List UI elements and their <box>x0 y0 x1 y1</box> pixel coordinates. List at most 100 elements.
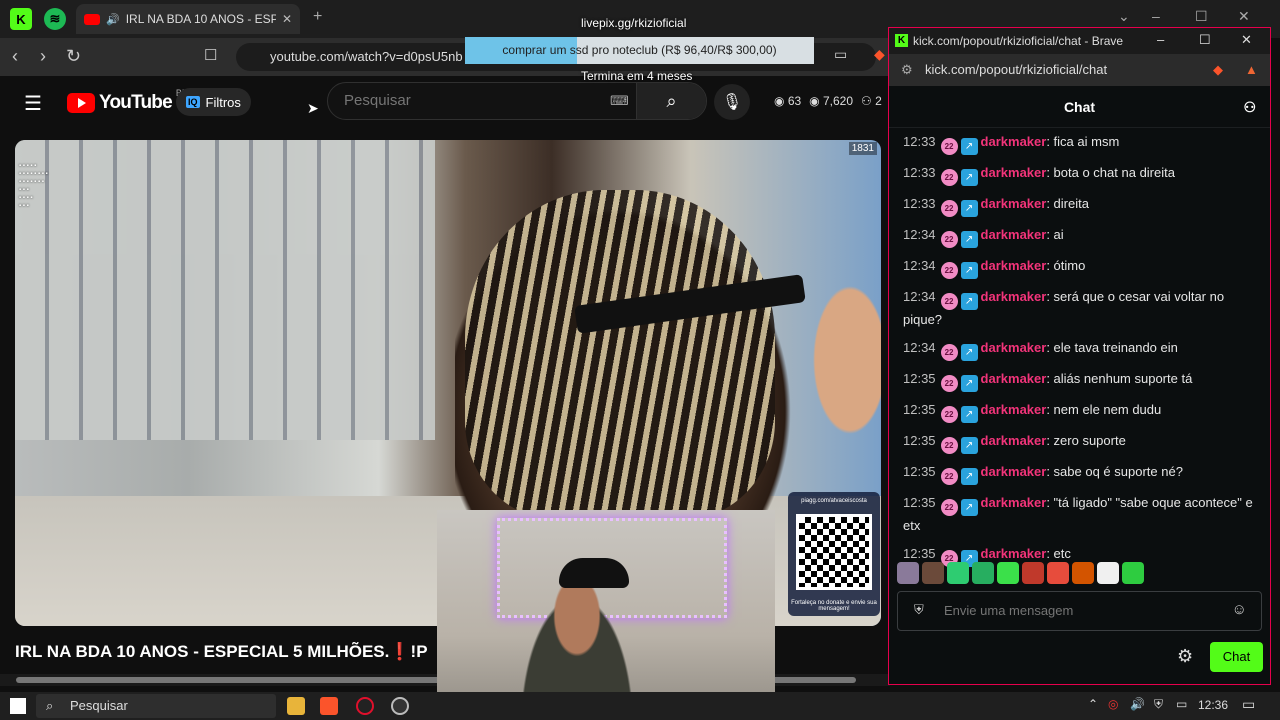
back-icon[interactable]: ‹ <box>12 46 18 67</box>
notifications-icon[interactable]: ▭ <box>1242 696 1255 713</box>
message-username[interactable]: darkmaker <box>981 402 1047 417</box>
message-time: 12:35 <box>903 546 936 561</box>
shield-icon: ⛨ <box>914 602 924 617</box>
message-time: 12:35 <box>903 495 936 510</box>
emote-icon[interactable] <box>1097 562 1119 584</box>
goal-text: comprar um ssd pro noteclub (R$ 96,40/R$… <box>502 43 777 57</box>
emote-icon[interactable] <box>1047 562 1069 584</box>
emote-icon[interactable] <box>947 562 969 584</box>
message-username[interactable]: darkmaker <box>981 495 1047 510</box>
tab-close-icon[interactable]: ✕ <box>282 12 292 26</box>
message-text: : ele tava treinando ein <box>1046 340 1178 355</box>
message-username[interactable]: darkmaker <box>981 227 1047 242</box>
goal-progress-bar: comprar um ssd pro noteclub (R$ 96,40/R$… <box>465 37 814 64</box>
site-info-icon[interactable]: ⚙ <box>901 54 913 86</box>
forward-icon[interactable]: › <box>40 46 46 67</box>
message-username[interactable]: darkmaker <box>981 134 1047 149</box>
message-username[interactable]: darkmaker <box>981 258 1047 273</box>
chat-close-button[interactable]: ✕ <box>1241 32 1252 48</box>
emote-icon[interactable] <box>922 562 944 584</box>
emote-icon[interactable] <box>897 562 919 584</box>
hamburger-menu-icon[interactable]: ☰ <box>24 91 42 116</box>
reload-icon[interactable]: ↻ <box>66 46 81 67</box>
youtube-search-box[interactable]: ⌨ ⌕ <box>327 82 707 120</box>
chat-message: 12:33 22 ↗ darkmaker: direita <box>889 190 1270 221</box>
message-time: 12:33 <box>903 165 936 180</box>
message-username[interactable]: darkmaker <box>981 196 1047 211</box>
audio-playing-icon[interactable]: 🔊 <box>106 13 120 26</box>
taskbar-search[interactable]: ⌕ Pesquisar <box>36 694 276 718</box>
emote-icon[interactable] <box>1122 562 1144 584</box>
message-time: 12:34 <box>903 227 936 242</box>
subscriber-badge-icon: 22 <box>940 344 958 361</box>
stat-3: ⚇ 2 <box>861 94 882 108</box>
tab-list-chevron-icon[interactable]: ⌄ <box>1118 8 1130 25</box>
tray-app-icon[interactable]: ◎ <box>1108 697 1118 711</box>
viewer-count-badge: 1831 <box>848 142 877 155</box>
message-username[interactable]: darkmaker <box>981 546 1047 561</box>
search-button[interactable]: ⌕ <box>636 83 706 119</box>
cast-icon[interactable]: ▭ <box>834 46 847 63</box>
message-text: : ai <box>1046 227 1064 242</box>
file-explorer-icon[interactable] <box>287 697 305 715</box>
emote-icon[interactable] <box>1072 562 1094 584</box>
close-window-button[interactable]: ✕ <box>1238 8 1250 25</box>
windows-start-icon[interactable] <box>10 698 26 714</box>
message-username[interactable]: darkmaker <box>981 464 1047 479</box>
subscriber-badge-icon: 22 <box>940 437 958 454</box>
network-icon[interactable]: ▭ <box>1176 697 1187 711</box>
emote-icon[interactable] <box>997 562 1019 584</box>
brave-rewards-icon[interactable]: ▲ <box>1245 54 1258 86</box>
brave-shield-icon[interactable]: ◆ <box>1213 54 1223 86</box>
kick-pinned-tab-icon[interactable]: K <box>10 8 32 30</box>
chat-url-field[interactable]: kick.com/popout/rkizioficial/chat ⚙ ◆ ▲ <box>889 54 1270 86</box>
tray-chevron-icon[interactable]: ⌃ <box>1088 697 1098 711</box>
kick-logo-icon: K <box>895 34 908 47</box>
minimize-button[interactable]: – <box>1152 8 1160 24</box>
youtube-logo[interactable]: YouTube BR <box>67 88 188 114</box>
message-username[interactable]: darkmaker <box>981 433 1047 448</box>
chat-send-button[interactable]: Chat <box>1210 642 1263 672</box>
verified-badge-icon: ↗ <box>960 200 978 217</box>
kick-chat-window: K kick.com/popout/rkizioficial/chat - Br… <box>888 27 1271 685</box>
chat-minimize-button[interactable]: – <box>1157 32 1164 47</box>
security-icon[interactable]: ⛨ <box>1154 697 1163 712</box>
chat-message-input[interactable] <box>944 603 1224 618</box>
chat-maximize-button[interactable]: ☐ <box>1199 32 1211 48</box>
chat-message: 12:35 22 ↗ darkmaker: "tá ligado" "sabe oqu… <box>889 489 1270 540</box>
maximize-button[interactable]: ☐ <box>1195 8 1208 25</box>
verified-badge-icon: ↗ <box>960 437 978 454</box>
message-username[interactable]: darkmaker <box>981 165 1047 180</box>
volume-icon[interactable]: 🔊 <box>1130 697 1145 711</box>
chat-window-titlebar: K kick.com/popout/rkizioficial/chat - Br… <box>889 28 1270 54</box>
brave-taskbar-icon[interactable] <box>320 697 338 715</box>
chat-url-text: kick.com/popout/rkizioficial/chat <box>925 62 1108 77</box>
message-username[interactable]: darkmaker <box>981 371 1047 386</box>
bookmark-icon[interactable]: ☐ <box>204 46 217 64</box>
emote-icon[interactable] <box>1022 562 1044 584</box>
tab-youtube[interactable]: 🔊 IRL NA BDA 10 ANOS - ESPEC ✕ <box>76 4 300 34</box>
message-time: 12:35 <box>903 402 936 417</box>
subscriber-badge-icon: 22 <box>940 375 958 392</box>
chat-input-box[interactable]: ⛨ ☺ <box>897 591 1262 631</box>
opera-taskbar-icon[interactable] <box>356 697 374 715</box>
app-taskbar-icon[interactable] <box>391 697 409 715</box>
keyboard-icon[interactable]: ⌨ <box>610 93 629 109</box>
verified-badge-icon: ↗ <box>960 499 978 516</box>
spotify-pinned-tab-icon[interactable]: ≋ <box>44 8 66 30</box>
filters-button[interactable]: IQ Filtros <box>176 88 251 116</box>
subscriber-badge-icon: 22 <box>940 406 958 423</box>
youtube-search-input[interactable] <box>344 92 604 109</box>
filters-icon: IQ <box>186 96 200 108</box>
emoji-icon[interactable]: ☺ <box>1232 601 1247 618</box>
message-username[interactable]: darkmaker <box>981 289 1047 304</box>
donation-qr-panel: piagg.com/atvaceiscosta Fortaleça no don… <box>788 492 880 616</box>
subscriber-badge-icon: 22 <box>940 262 958 279</box>
brave-shield-icon[interactable]: ◆ <box>874 46 885 63</box>
emote-icon[interactable] <box>972 562 994 584</box>
message-username[interactable]: darkmaker <box>981 340 1047 355</box>
new-tab-button[interactable]: + <box>313 8 322 26</box>
voice-search-button[interactable]: 🎙 <box>714 84 750 120</box>
chat-settings-gear-icon[interactable]: ⚙ <box>1177 646 1193 667</box>
users-icon[interactable]: ⚇ <box>1243 86 1256 128</box>
